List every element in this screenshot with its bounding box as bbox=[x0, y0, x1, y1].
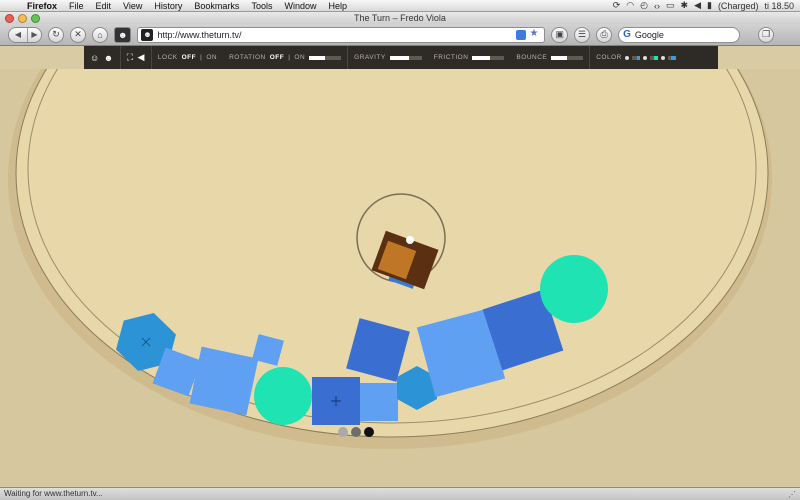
view-controls: ⛶ ◀ bbox=[121, 52, 151, 63]
menu-view[interactable]: View bbox=[118, 1, 149, 11]
url-bar[interactable]: ☻ http://www.theturn.tv/ ★ bbox=[137, 26, 546, 43]
minimize-window-icon[interactable] bbox=[18, 14, 27, 23]
pager-dot-3[interactable] bbox=[364, 427, 374, 437]
rss-feed-icon[interactable] bbox=[516, 29, 527, 40]
bounce-slider[interactable] bbox=[551, 55, 584, 60]
stop-icon[interactable]: ✕ bbox=[70, 26, 86, 43]
reload-icon[interactable]: ↻ bbox=[48, 26, 64, 43]
close-window-icon[interactable] bbox=[5, 14, 14, 23]
battery-icon[interactable]: ▮ bbox=[707, 0, 712, 11]
physics-stage[interactable] bbox=[0, 69, 800, 487]
menu-file[interactable]: File bbox=[64, 1, 91, 11]
rotation-slider[interactable] bbox=[309, 55, 342, 60]
color-control[interactable]: COLOR bbox=[590, 54, 682, 61]
mac-menu-bar: Firefox File Edit View History Bookmarks… bbox=[0, 0, 800, 12]
bookmark-star-icon[interactable]: ★ bbox=[530, 28, 539, 39]
menu-clock[interactable]: ti 18.50 bbox=[764, 1, 794, 11]
forward-arrow-icon[interactable]: ▶ bbox=[27, 27, 41, 42]
color-dot[interactable] bbox=[660, 55, 665, 60]
rotation-label: ROTATION bbox=[229, 54, 266, 61]
stage-canvas[interactable] bbox=[0, 69, 800, 487]
print-icon[interactable]: ⎙ bbox=[596, 26, 613, 43]
bluetooth-icon[interactable]: ✱ bbox=[681, 0, 689, 11]
cat-mascot-icon[interactable]: ☺ bbox=[90, 53, 100, 63]
color-slider-3[interactable] bbox=[667, 55, 676, 60]
bookmarks-menu-icon[interactable]: ☰ bbox=[574, 26, 591, 43]
friction-control[interactable]: FRICTION bbox=[428, 54, 511, 61]
browser-toolbar: ◀ ▶ ↻ ✕ ⌂ ☻ ☻ http://www.theturn.tv/ ★ ▣… bbox=[0, 24, 800, 46]
site-logo-icon[interactable]: ☻ bbox=[114, 26, 132, 43]
rotation-off-option[interactable]: OFF bbox=[270, 54, 285, 61]
fullscreen-icon[interactable]: ⛶ bbox=[127, 52, 134, 63]
display-icon[interactable]: ▭ bbox=[666, 0, 675, 11]
menu-bookmarks[interactable]: Bookmarks bbox=[189, 1, 246, 11]
menu-app-firefox[interactable]: Firefox bbox=[22, 1, 64, 11]
window-title-bar: The Turn – Fredo Viola bbox=[0, 12, 800, 24]
friction-label: FRICTION bbox=[433, 54, 469, 61]
pager-dot-2[interactable] bbox=[351, 427, 361, 437]
color-dot[interactable] bbox=[624, 55, 629, 60]
gravity-control[interactable]: GRAVITY bbox=[348, 54, 428, 61]
hand-cursor-icon bbox=[406, 236, 414, 244]
circle-shape[interactable] bbox=[540, 255, 608, 323]
menu-edit[interactable]: Edit bbox=[91, 1, 119, 11]
back-forward-group: ◀ ▶ bbox=[8, 26, 42, 43]
square-shape[interactable] bbox=[360, 383, 398, 421]
bounce-label: BOUNCE bbox=[516, 54, 548, 61]
status-text: Waiting for www.theturn.tv... bbox=[4, 489, 103, 498]
time-machine-icon[interactable]: ◴ bbox=[640, 0, 648, 11]
back-arrow-icon[interactable]: ◀ bbox=[9, 27, 27, 42]
code-icon[interactable]: ‹› bbox=[654, 1, 660, 11]
search-placeholder[interactable]: Google bbox=[635, 30, 664, 40]
rotation-on-option[interactable]: ON bbox=[294, 54, 305, 61]
status-bar: Waiting for www.theturn.tv... ⋰ bbox=[0, 487, 800, 500]
color-label: COLOR bbox=[596, 54, 622, 61]
lock-off-option[interactable]: OFF bbox=[182, 54, 197, 61]
search-field[interactable]: G Google bbox=[618, 26, 741, 43]
screenshot-icon[interactable]: ▣ bbox=[551, 26, 568, 43]
color-slider-2[interactable] bbox=[649, 55, 658, 60]
color-slider-1[interactable] bbox=[631, 55, 640, 60]
sound-icon[interactable]: ◀ bbox=[138, 52, 145, 63]
square-shape[interactable] bbox=[189, 346, 259, 416]
cat-face-icon[interactable]: ☻ bbox=[104, 53, 114, 63]
rotation-control[interactable]: ROTATION OFF | ON bbox=[223, 54, 347, 61]
site-control-bar: ☺ ☻ ⛶ ◀ LOCK OFF | ON ROTATION OFF | ON GR… bbox=[84, 46, 718, 69]
menu-help[interactable]: Help bbox=[323, 1, 354, 11]
sync-icon[interactable]: ⟳ bbox=[613, 0, 621, 11]
lock-on-option[interactable]: ON bbox=[206, 54, 217, 61]
gravity-label: GRAVITY bbox=[354, 54, 386, 61]
window-title: The Turn – Fredo Viola bbox=[354, 13, 446, 23]
circle-shape[interactable] bbox=[254, 367, 312, 425]
lock-control[interactable]: LOCK OFF | ON bbox=[152, 54, 223, 61]
pager-dots bbox=[338, 427, 374, 437]
menu-window[interactable]: Window bbox=[279, 1, 323, 11]
url-text[interactable]: http://www.theturn.tv/ bbox=[157, 30, 241, 40]
bounce-control[interactable]: BOUNCE bbox=[510, 54, 589, 61]
page-overview-icon[interactable]: ❐ bbox=[758, 26, 775, 43]
favicon-icon: ☻ bbox=[141, 28, 154, 41]
resize-grip-icon[interactable]: ⋰ bbox=[788, 489, 796, 500]
battery-status[interactable]: (Charged) bbox=[718, 1, 759, 11]
menu-tools[interactable]: Tools bbox=[246, 1, 279, 11]
zoom-window-icon[interactable] bbox=[31, 14, 40, 23]
menu-history[interactable]: History bbox=[149, 1, 189, 11]
color-dot[interactable] bbox=[642, 55, 647, 60]
pager-dot-1[interactable] bbox=[338, 427, 348, 437]
volume-icon[interactable]: ◀ bbox=[694, 0, 701, 11]
wifi-icon[interactable]: ◠ bbox=[626, 0, 634, 11]
google-search-icon[interactable]: G bbox=[623, 29, 631, 40]
friction-slider[interactable] bbox=[472, 55, 505, 60]
site-logo[interactable]: ☺ ☻ bbox=[84, 53, 120, 63]
gravity-slider[interactable] bbox=[389, 55, 422, 60]
home-icon[interactable]: ⌂ bbox=[92, 26, 108, 43]
lock-label: LOCK bbox=[157, 54, 178, 61]
